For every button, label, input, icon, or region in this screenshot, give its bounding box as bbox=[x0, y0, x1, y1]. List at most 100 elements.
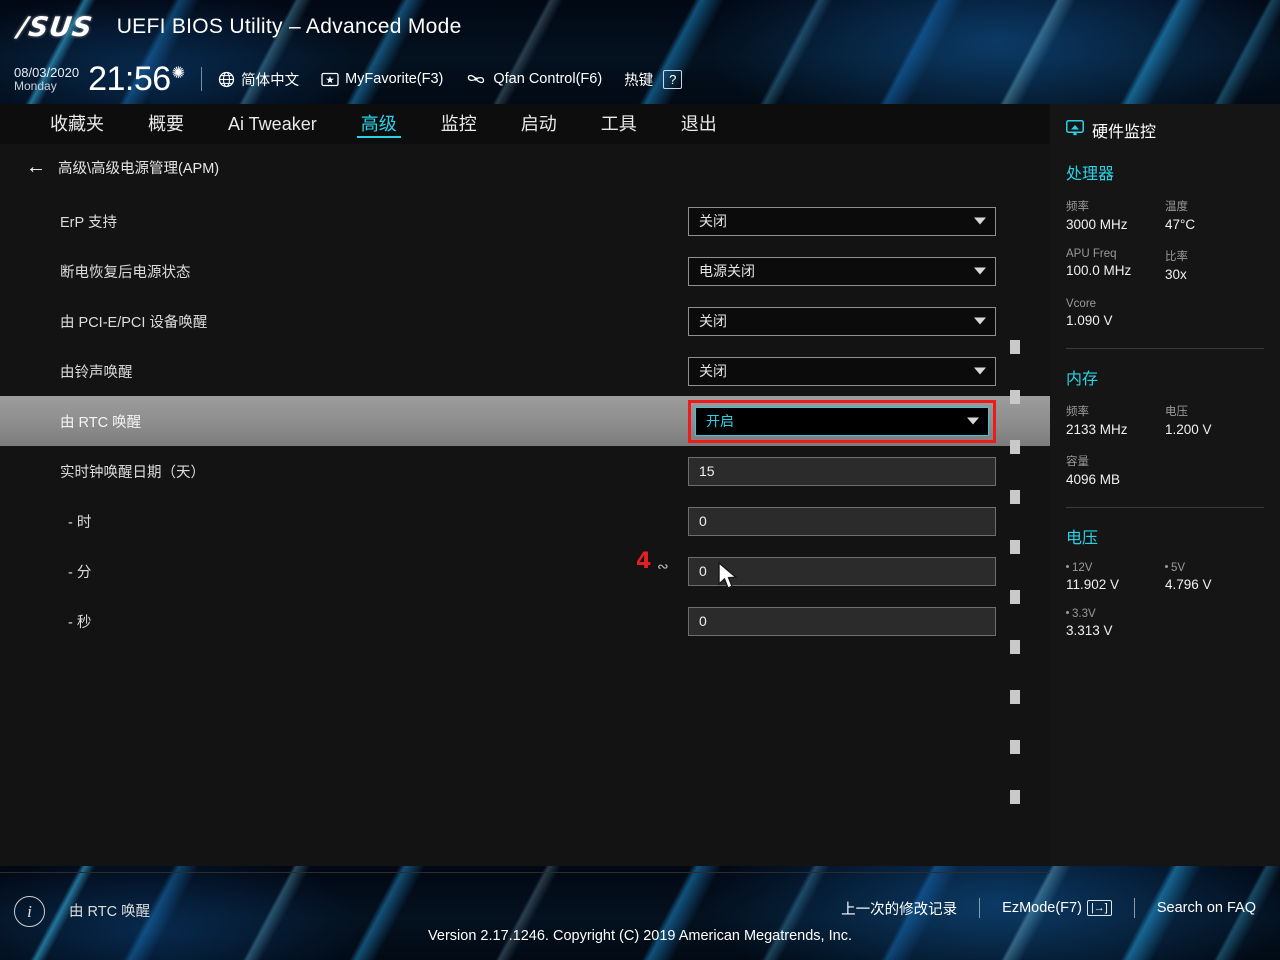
scroll-tick[interactable] bbox=[1010, 490, 1020, 504]
monitor-stat-key: 3.3V bbox=[1066, 608, 1264, 620]
setting-row[interactable]: 断电恢复后电源状态 电源关闭 bbox=[0, 246, 1050, 296]
scroll-tick[interactable] bbox=[1010, 690, 1020, 704]
setting-row[interactable]: 由 PCI-E/PCI 设备唤醒 关闭 bbox=[0, 296, 1050, 346]
qfan-control-button[interactable]: Qfan Control(F6) bbox=[465, 70, 602, 88]
sidebar-separator bbox=[1066, 507, 1264, 508]
tab-7[interactable]: 退出 bbox=[677, 104, 721, 144]
ezmode-label: EzMode(F7) bbox=[1002, 900, 1082, 916]
scroll-ticks[interactable] bbox=[1010, 340, 1020, 840]
chevron-down-icon[interactable] bbox=[974, 367, 986, 375]
setting-dropdown[interactable]: 关闭 bbox=[688, 206, 996, 236]
setting-row[interactable]: - 秒 0 bbox=[0, 596, 1050, 646]
hardware-monitor-label: 硬件监控 bbox=[1092, 124, 1157, 141]
monitor-stat-key: 5V bbox=[1165, 562, 1264, 574]
tab-4[interactable]: 监控 bbox=[437, 104, 481, 144]
help-divider bbox=[0, 872, 1050, 873]
ezmode-button[interactable]: EzMode(F7) |→] bbox=[1002, 900, 1112, 916]
bullet-icon bbox=[1066, 611, 1069, 615]
arrow-left-icon[interactable]: ← bbox=[26, 157, 46, 177]
setting-label: 断电恢复后电源状态 bbox=[60, 264, 191, 281]
sidebar-section-body: 12V 11.902 V 5V 4.796 V 3.3V 3.313 V bbox=[1066, 562, 1264, 654]
hotkey-key: ? bbox=[663, 69, 683, 89]
monitor-stat-key: Vcore bbox=[1066, 298, 1097, 310]
dropdown-wrap: 关闭 bbox=[688, 306, 996, 336]
arrow-into-box-icon: |→] bbox=[1086, 900, 1112, 916]
monitor-icon bbox=[1066, 119, 1084, 141]
bullet-icon bbox=[1066, 565, 1069, 569]
datetime-block: 08/03/2020 Monday 21:56 ✺ bbox=[14, 60, 185, 99]
gear-icon[interactable]: ✺ bbox=[172, 63, 185, 83]
sidebar-section-title: 内存 bbox=[1066, 371, 1099, 388]
setting-dropdown[interactable]: 电源关闭 bbox=[688, 256, 996, 286]
scroll-tick[interactable] bbox=[1010, 640, 1020, 654]
setting-row[interactable]: - 时 0 bbox=[0, 496, 1050, 546]
scroll-tick[interactable] bbox=[1010, 390, 1020, 404]
tab-5[interactable]: 启动 bbox=[517, 104, 561, 144]
monitor-stat-key: 容量 bbox=[1066, 456, 1089, 468]
setting-label: 由铃声唤醒 bbox=[60, 364, 133, 381]
myfavorite-button[interactable]: MyFavorite(F3) bbox=[321, 71, 443, 87]
setting-label: 由 RTC 唤醒 bbox=[60, 414, 142, 431]
tab-3[interactable]: 高级 bbox=[356, 104, 401, 144]
setting-input[interactable]: 0 bbox=[688, 606, 996, 636]
scroll-tick[interactable] bbox=[1010, 540, 1020, 554]
monitor-stat-key: 12V bbox=[1066, 562, 1165, 574]
setting-dropdown[interactable]: 开启 bbox=[695, 406, 989, 436]
chevron-down-icon[interactable] bbox=[974, 217, 986, 225]
search-faq-button[interactable]: Search on FAQ bbox=[1157, 900, 1256, 916]
step-marker-tail: ∾ bbox=[657, 558, 669, 574]
tab-1[interactable]: 概要 bbox=[144, 104, 188, 144]
monitor-stat: Vcore 1.090 V bbox=[1066, 298, 1264, 328]
input-value: 0 bbox=[699, 563, 707, 579]
scroll-tick[interactable] bbox=[1010, 790, 1020, 804]
myfavorite-label: MyFavorite(F3) bbox=[345, 71, 444, 87]
monitor-stat-value: 1.200 V bbox=[1165, 422, 1212, 437]
chevron-down-icon[interactable] bbox=[974, 267, 986, 275]
monitor-stat: 3.3V 3.313 V bbox=[1066, 608, 1264, 638]
setting-input[interactable]: 15 bbox=[688, 456, 996, 486]
tab-label: Ai Tweaker bbox=[228, 114, 317, 134]
hardware-monitor-panel: 硬件监控 处理器 频率 3000 MHz 温度 47°C APU Freq 100.0 MH… bbox=[1050, 104, 1280, 866]
header-toolbar: 08/03/2020 Monday 21:56 ✺ 简体中文 MyFavorit… bbox=[0, 54, 1280, 104]
setting-row[interactable]: 实时钟唤醒日期（天） 15 bbox=[0, 446, 1050, 496]
scroll-tick[interactable] bbox=[1010, 340, 1020, 354]
chevron-down-icon[interactable] bbox=[974, 317, 986, 325]
monitor-stat-key-text: 5V bbox=[1171, 562, 1186, 574]
input-value: 0 bbox=[699, 513, 707, 529]
setting-control: 15 bbox=[688, 456, 996, 486]
scroll-tick[interactable] bbox=[1010, 590, 1020, 604]
monitor-stat-value: 11.902 V bbox=[1066, 577, 1120, 592]
hotkey-button[interactable]: 热键 ? bbox=[624, 69, 683, 90]
scroll-tick[interactable] bbox=[1010, 740, 1020, 754]
setting-label: 由 PCI-E/PCI 设备唤醒 bbox=[60, 314, 208, 331]
tab-0[interactable]: 收藏夹 bbox=[46, 104, 108, 144]
setting-row[interactable]: 由铃声唤醒 关闭 bbox=[0, 346, 1050, 396]
tab-2[interactable]: Ai Tweaker bbox=[224, 104, 321, 144]
setting-dropdown[interactable]: 关闭 bbox=[688, 356, 996, 386]
monitor-stat-value: 1.090 V bbox=[1066, 313, 1113, 328]
setting-label: - 秒 bbox=[68, 614, 92, 631]
setting-dropdown[interactable]: 关闭 bbox=[688, 306, 996, 336]
tab-6[interactable]: 工具 bbox=[597, 104, 641, 144]
input-value: 15 bbox=[699, 463, 715, 479]
scroll-tick[interactable] bbox=[1010, 440, 1020, 454]
chevron-down-icon[interactable] bbox=[967, 417, 979, 425]
setting-input[interactable]: 0 bbox=[688, 506, 996, 536]
language-button[interactable]: 简体中文 bbox=[218, 69, 299, 90]
monitor-stat-value: 4.796 V bbox=[1165, 577, 1212, 592]
star-card-icon bbox=[321, 72, 339, 87]
monitor-stat: 频率 2133 MHz bbox=[1066, 403, 1165, 437]
setting-row[interactable]: - 分 0 bbox=[0, 546, 1050, 596]
dropdown-value: 开启 bbox=[706, 413, 734, 429]
setting-label: - 时 bbox=[68, 514, 92, 531]
dropdown-value: 关闭 bbox=[699, 313, 727, 329]
setting-row[interactable]: ErP 支持 关闭 bbox=[0, 196, 1050, 246]
footer-divider-1 bbox=[979, 898, 981, 918]
tab-label: 监控 bbox=[440, 114, 477, 134]
tab-label: 高级 bbox=[360, 114, 397, 134]
dropdown-value: 关闭 bbox=[699, 363, 727, 379]
sidebar-section-title: 处理器 bbox=[1066, 166, 1115, 183]
dropdown-wrap: 电源关闭 bbox=[688, 256, 996, 286]
last-modified-button[interactable]: 上一次的修改记录 bbox=[841, 898, 957, 919]
setting-row[interactable]: 由 RTC 唤醒 开启 bbox=[0, 396, 1050, 446]
